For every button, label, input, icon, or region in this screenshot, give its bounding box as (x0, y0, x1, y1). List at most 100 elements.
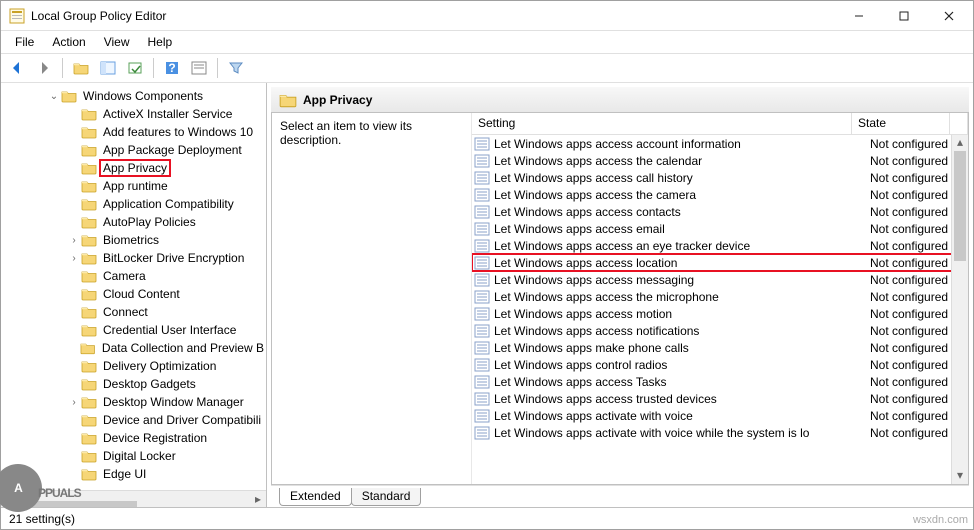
setting-name: Let Windows apps access motion (494, 307, 870, 321)
folder-icon (81, 143, 97, 157)
setting-row[interactable]: Let Windows apps access contactsNot conf… (472, 203, 968, 220)
setting-row[interactable]: Let Windows apps access trusted devicesN… (472, 390, 968, 407)
setting-row[interactable]: Let Windows apps access messagingNot con… (472, 271, 968, 288)
tree-item[interactable]: Device Registration (1, 429, 266, 447)
tree-item-label: Cloud Content (101, 287, 182, 301)
folder-icon (81, 179, 97, 193)
properties-button[interactable] (187, 56, 211, 80)
window-controls (836, 1, 971, 30)
tree-item[interactable]: Credential User Interface (1, 321, 266, 339)
tree-item[interactable]: Camera (1, 267, 266, 285)
setting-icon (474, 137, 490, 151)
tree-item[interactable]: Add features to Windows 10 (1, 123, 266, 141)
folder-icon (81, 251, 97, 265)
tree-item[interactable]: ›BitLocker Drive Encryption (1, 249, 266, 267)
tab-extended[interactable]: Extended (279, 488, 352, 506)
content-body: Select an item to view its description. … (271, 113, 969, 485)
tree-pane: ⌄ Windows Components ActiveX Installer Ser… (1, 83, 267, 507)
setting-row[interactable]: Let Windows apps access TasksNot configu… (472, 373, 968, 390)
tab-strip: Extended Standard (271, 485, 969, 507)
setting-row[interactable]: Let Windows apps access notificationsNot… (472, 322, 968, 339)
chevron-right-icon[interactable]: › (67, 235, 81, 246)
watermark-badge: A (0, 464, 42, 512)
setting-row[interactable]: Let Windows apps make phone callsNot con… (472, 339, 968, 356)
setting-row[interactable]: Let Windows apps access account informat… (472, 135, 968, 152)
column-setting[interactable]: Setting (472, 113, 852, 134)
tab-standard[interactable]: Standard (351, 488, 422, 506)
tree-root-label: Windows Components (81, 89, 205, 103)
tree-item[interactable]: Data Collection and Preview B (1, 339, 266, 357)
maximize-button[interactable] (881, 1, 926, 30)
tree-item-label: Desktop Gadgets (101, 377, 198, 391)
tree-item-label: AutoPlay Policies (101, 215, 198, 229)
setting-icon (474, 205, 490, 219)
minimize-button[interactable] (836, 1, 881, 30)
chevron-right-icon[interactable]: › (67, 397, 81, 408)
tree-item[interactable]: App Package Deployment (1, 141, 266, 159)
back-button[interactable] (5, 56, 29, 80)
setting-row[interactable]: Let Windows apps access motionNot config… (472, 305, 968, 322)
up-button[interactable] (69, 56, 93, 80)
setting-row[interactable]: Let Windows apps access the cameraNot co… (472, 186, 968, 203)
tree-item[interactable]: Cloud Content (1, 285, 266, 303)
setting-name: Let Windows apps access Tasks (494, 375, 870, 389)
status-bar: 21 setting(s) (1, 507, 973, 529)
tree-item[interactable]: ActiveX Installer Service (1, 105, 266, 123)
tree-item[interactable]: App runtime (1, 177, 266, 195)
setting-icon (474, 171, 490, 185)
status-text: 21 setting(s) (9, 512, 75, 526)
menu-file[interactable]: File (7, 33, 42, 51)
setting-row[interactable]: Let Windows apps activate with voiceNot … (472, 407, 968, 424)
setting-row[interactable]: Let Windows apps access the calendarNot … (472, 152, 968, 169)
list-vertical-scrollbar[interactable]: ▴ ▾ (951, 135, 968, 484)
setting-row[interactable]: Let Windows apps access an eye tracker d… (472, 237, 968, 254)
tree-item[interactable]: App Privacy (1, 159, 266, 177)
setting-row[interactable]: Let Windows apps access emailNot configu… (472, 220, 968, 237)
setting-row[interactable]: Let Windows apps access locationNot conf… (472, 254, 968, 271)
filter-button[interactable] (224, 56, 248, 80)
show-hide-tree-button[interactable] (96, 56, 120, 80)
tree-item-label: Credential User Interface (101, 323, 238, 337)
tree-item-label: App runtime (101, 179, 170, 193)
menu-help[interactable]: Help (140, 33, 181, 51)
tree-item-label: Biometrics (101, 233, 161, 247)
tree-item-label: Device and Driver Compatibili (101, 413, 263, 427)
tree-item-label: App Privacy (101, 161, 169, 175)
setting-row[interactable]: Let Windows apps access call historyNot … (472, 169, 968, 186)
tree-item-label: Edge UI (101, 467, 148, 481)
tree-item[interactable]: Device and Driver Compatibili (1, 411, 266, 429)
svg-text:?: ? (168, 61, 175, 75)
forward-button[interactable] (32, 56, 56, 80)
tree-item[interactable]: › Biometrics (1, 231, 266, 249)
setting-row[interactable]: Let Windows apps access the microphoneNo… (472, 288, 968, 305)
tree-item[interactable]: Desktop Gadgets (1, 375, 266, 393)
setting-icon (474, 375, 490, 389)
chevron-right-icon[interactable]: › (67, 253, 81, 264)
setting-name: Let Windows apps activate with voice (494, 409, 870, 423)
tree-item[interactable]: AutoPlay Policies (1, 213, 266, 231)
setting-row[interactable]: Let Windows apps control radiosNot confi… (472, 356, 968, 373)
tree-item[interactable]: ›Desktop Window Manager (1, 393, 266, 411)
help-button[interactable]: ? (160, 56, 184, 80)
tree-item[interactable]: Connect (1, 303, 266, 321)
menu-action[interactable]: Action (44, 33, 93, 51)
menu-view[interactable]: View (96, 33, 138, 51)
close-button[interactable] (926, 1, 971, 30)
folder-icon (81, 233, 97, 247)
tree-item-label: Data Collection and Preview B (100, 341, 266, 355)
export-button[interactable] (123, 56, 147, 80)
tree-item[interactable]: Application Compatibility (1, 195, 266, 213)
column-state[interactable]: State (852, 113, 950, 134)
setting-name: Let Windows apps make phone calls (494, 341, 870, 355)
setting-icon (474, 409, 490, 423)
setting-icon (474, 392, 490, 406)
settings-list: Setting State Let Windows apps access ac… (472, 113, 968, 484)
content-header-title: App Privacy (303, 93, 372, 107)
tree-item[interactable]: Delivery Optimization (1, 357, 266, 375)
setting-name: Let Windows apps access messaging (494, 273, 870, 287)
setting-row[interactable]: Let Windows apps activate with voice whi… (472, 424, 968, 441)
tree-item[interactable]: Digital Locker (1, 447, 266, 465)
description-column: Select an item to view its description. (272, 113, 472, 484)
tree-root[interactable]: ⌄ Windows Components (1, 87, 266, 105)
chevron-down-icon[interactable]: ⌄ (47, 91, 61, 102)
